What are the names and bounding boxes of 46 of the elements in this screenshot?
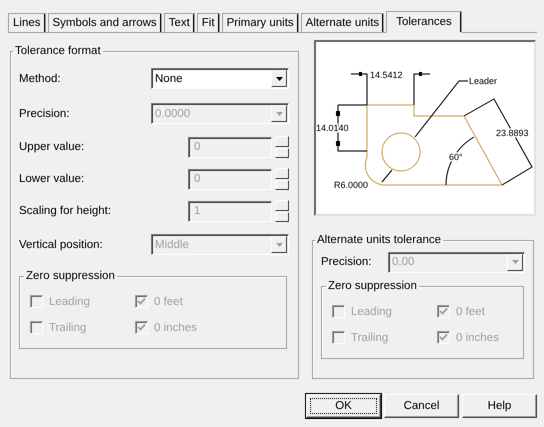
spin-up-button[interactable] bbox=[275, 200, 289, 210]
checkbox-label: Trailing bbox=[351, 332, 388, 344]
caret-icon bbox=[512, 260, 518, 264]
checkbox-label: Leading bbox=[49, 296, 90, 308]
leader-line bbox=[382, 170, 392, 182]
spin-up-button[interactable] bbox=[275, 136, 289, 146]
field-label: Scaling for height: bbox=[19, 205, 112, 217]
field-label: Lower value: bbox=[19, 173, 84, 185]
spin-down-button[interactable] bbox=[275, 180, 289, 190]
caret-icon bbox=[276, 76, 282, 80]
caret-icon bbox=[276, 242, 282, 246]
group-title: Zero suppression bbox=[327, 280, 418, 292]
spin-down-button[interactable] bbox=[275, 148, 289, 158]
checkbox-label: 0 feet bbox=[154, 296, 183, 308]
dialog-button[interactable]: Help bbox=[462, 394, 537, 418]
checkbox-label: 0 inches bbox=[154, 322, 197, 334]
field-label: Upper value: bbox=[19, 141, 84, 153]
field-label: Method: bbox=[19, 72, 61, 84]
checkbox-label: 0 feet bbox=[456, 306, 485, 318]
group-title: Alternate units tolerance bbox=[316, 234, 442, 246]
dimension-label: Leader bbox=[469, 76, 498, 86]
field-label: Vertical position: bbox=[19, 238, 103, 250]
dropdown[interactable]: None bbox=[151, 68, 289, 89]
group-title: Tolerance format bbox=[14, 45, 102, 57]
angle-arc bbox=[446, 136, 474, 186]
tab[interactable]: Tolerances bbox=[386, 11, 462, 33]
tab[interactable]: Text bbox=[164, 13, 195, 32]
dialog-button[interactable]: OK bbox=[306, 394, 381, 418]
dimension-label: R6.0000 bbox=[334, 180, 368, 190]
dialog-button[interactable]: Cancel bbox=[384, 394, 459, 418]
group-title: Zero suppression bbox=[25, 270, 116, 282]
tab[interactable]: Fit bbox=[196, 13, 220, 32]
field-label: Precision: bbox=[321, 256, 372, 268]
field-label: Precision: bbox=[19, 108, 70, 120]
tab[interactable]: Symbols and arrows bbox=[48, 13, 162, 32]
leader-line bbox=[414, 80, 468, 138]
checkbox-label: Leading bbox=[351, 306, 392, 318]
tab[interactable]: Primary units bbox=[222, 13, 299, 32]
tab[interactable]: Alternate units bbox=[300, 13, 384, 32]
dimension-label: 14.5412 bbox=[370, 70, 403, 80]
spin-down-button[interactable] bbox=[275, 212, 289, 222]
caret-icon bbox=[276, 112, 282, 116]
spin-up-button[interactable] bbox=[275, 168, 289, 178]
checkbox-label: 0 inches bbox=[456, 332, 499, 344]
tab[interactable]: Lines bbox=[8, 13, 46, 32]
checkbox-label: Trailing bbox=[49, 322, 86, 334]
